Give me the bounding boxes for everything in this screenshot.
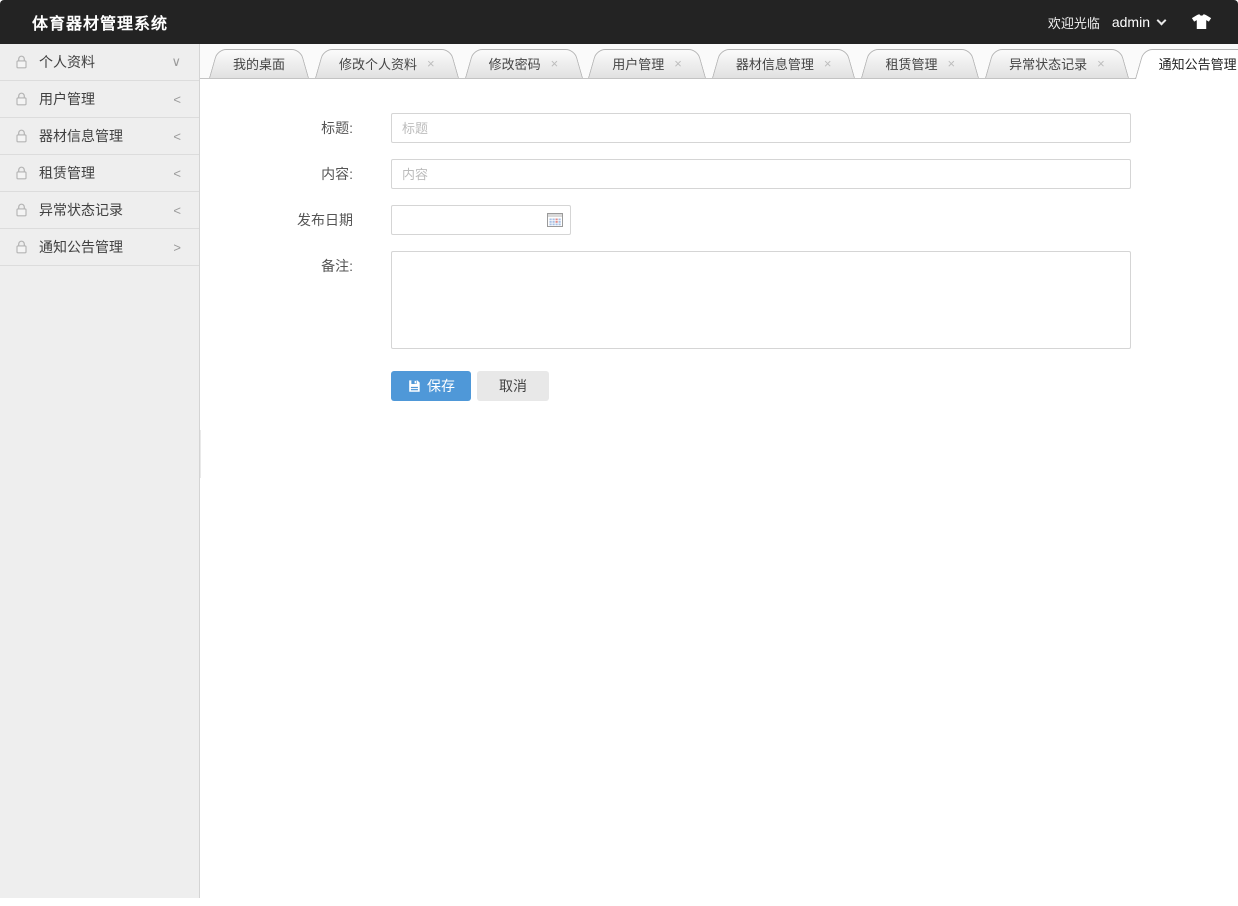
- sidebar-item-label: 个人资料: [39, 54, 95, 70]
- lock-icon: [14, 202, 29, 218]
- tab-abnormal-records[interactable]: 异常状态记录 ×: [985, 49, 1129, 78]
- lock-icon: [14, 54, 29, 70]
- cancel-button-label: 取消: [499, 378, 527, 394]
- tab-label: 通知公告管理: [1158, 57, 1237, 72]
- close-icon[interactable]: ×: [674, 57, 682, 70]
- sidebar-item-rental[interactable]: 租赁管理 <: [0, 155, 199, 192]
- save-button-label: 保存: [427, 378, 455, 394]
- tshirt-icon[interactable]: [1191, 14, 1212, 30]
- header-right: 欢迎光临 admin: [1048, 13, 1212, 32]
- calendar-icon[interactable]: [547, 212, 563, 228]
- tab-edit-profile[interactable]: 修改个人资料 ×: [315, 49, 459, 78]
- tab-label: 器材信息管理: [735, 57, 814, 72]
- chevron-right-icon: >: [173, 239, 181, 255]
- tab-bar: 我的桌面 修改个人资料 × 修改密码 × 用户管理 × 器材信息管理 × 租赁管…: [200, 44, 1238, 79]
- close-icon[interactable]: ×: [1097, 57, 1105, 70]
- form-buttons: 保存 取消: [391, 371, 1238, 401]
- chevron-left-icon: <: [173, 202, 181, 218]
- sidebar: 个人资料 ∨ 用户管理 < 器材信息管理 < 租赁管理 < 异常状态记录 < 通…: [0, 44, 200, 898]
- save-button[interactable]: 保存: [391, 371, 471, 401]
- chevron-left-icon: <: [173, 128, 181, 144]
- close-icon[interactable]: ×: [824, 57, 832, 70]
- tab-label: 修改密码: [488, 57, 541, 72]
- tab-my-desktop[interactable]: 我的桌面: [209, 49, 309, 78]
- sidebar-item-label: 用户管理: [39, 91, 95, 107]
- title-field[interactable]: [391, 113, 1131, 143]
- remarks-label: 备注:: [321, 258, 353, 274]
- form-row-title: 标题:: [201, 113, 1238, 143]
- chevron-left-icon: <: [173, 165, 181, 181]
- chevron-down-icon: ∨: [171, 54, 181, 69]
- close-icon[interactable]: ×: [427, 57, 435, 70]
- main-content: 标题: 内容: 发布日期: [201, 79, 1238, 906]
- caret-down-icon: [1156, 15, 1167, 25]
- tab-rental[interactable]: 租赁管理 ×: [861, 49, 979, 78]
- tab-label: 租赁管理: [885, 57, 938, 72]
- sidebar-item-equipment[interactable]: 器材信息管理 <: [0, 118, 199, 155]
- save-icon: [407, 379, 421, 393]
- tab-label: 我的桌面: [233, 57, 286, 72]
- lock-icon: [14, 239, 29, 255]
- sidebar-item-label: 器材信息管理: [39, 128, 123, 144]
- sidebar-item-label: 通知公告管理: [39, 239, 123, 255]
- lock-icon: [14, 91, 29, 107]
- tab-change-password[interactable]: 修改密码 ×: [465, 49, 583, 78]
- tab-label: 异常状态记录: [1009, 57, 1088, 72]
- app-header: 体育器材管理系统 欢迎光临 admin: [0, 0, 1238, 44]
- sidebar-item-abnormal[interactable]: 异常状态记录 <: [0, 192, 199, 229]
- form-row-remarks: 备注:: [201, 251, 1238, 354]
- app-title: 体育器材管理系统: [32, 16, 169, 33]
- tab-equipment-info[interactable]: 器材信息管理 ×: [712, 49, 856, 78]
- close-icon[interactable]: ×: [947, 57, 955, 70]
- chevron-left-icon: <: [173, 91, 181, 107]
- welcome-text: 欢迎光临: [1047, 15, 1100, 31]
- form-row-content: 内容:: [201, 159, 1238, 189]
- title-label: 标题:: [321, 120, 353, 136]
- sidebar-item-users[interactable]: 用户管理 <: [0, 81, 199, 118]
- publish-date-field[interactable]: [391, 205, 571, 235]
- tab-user-management[interactable]: 用户管理 ×: [588, 49, 706, 78]
- content-field[interactable]: [391, 159, 1131, 189]
- close-icon[interactable]: ×: [551, 57, 559, 70]
- remarks-textarea[interactable]: [391, 251, 1131, 349]
- form-row-publish-date: 发布日期: [201, 205, 1238, 235]
- username: admin: [1111, 14, 1150, 30]
- sidebar-item-label: 异常状态记录: [39, 202, 123, 218]
- lock-icon: [14, 165, 29, 181]
- tab-label: 用户管理: [612, 57, 665, 72]
- publish-date-label: 发布日期: [297, 212, 353, 228]
- sidebar-item-profile[interactable]: 个人资料 ∨: [0, 44, 199, 81]
- cancel-button[interactable]: 取消: [477, 371, 549, 401]
- user-dropdown[interactable]: admin: [1111, 14, 1167, 30]
- tab-label: 修改个人资料: [339, 57, 418, 72]
- tab-notice-management[interactable]: 通知公告管理 ×: [1135, 49, 1238, 78]
- sidebar-item-notice[interactable]: 通知公告管理 >: [0, 229, 199, 266]
- notice-form: 标题: 内容: 发布日期: [201, 79, 1238, 401]
- sidebar-item-label: 租赁管理: [39, 165, 95, 181]
- lock-icon: [14, 128, 29, 144]
- content-label: 内容:: [321, 166, 353, 182]
